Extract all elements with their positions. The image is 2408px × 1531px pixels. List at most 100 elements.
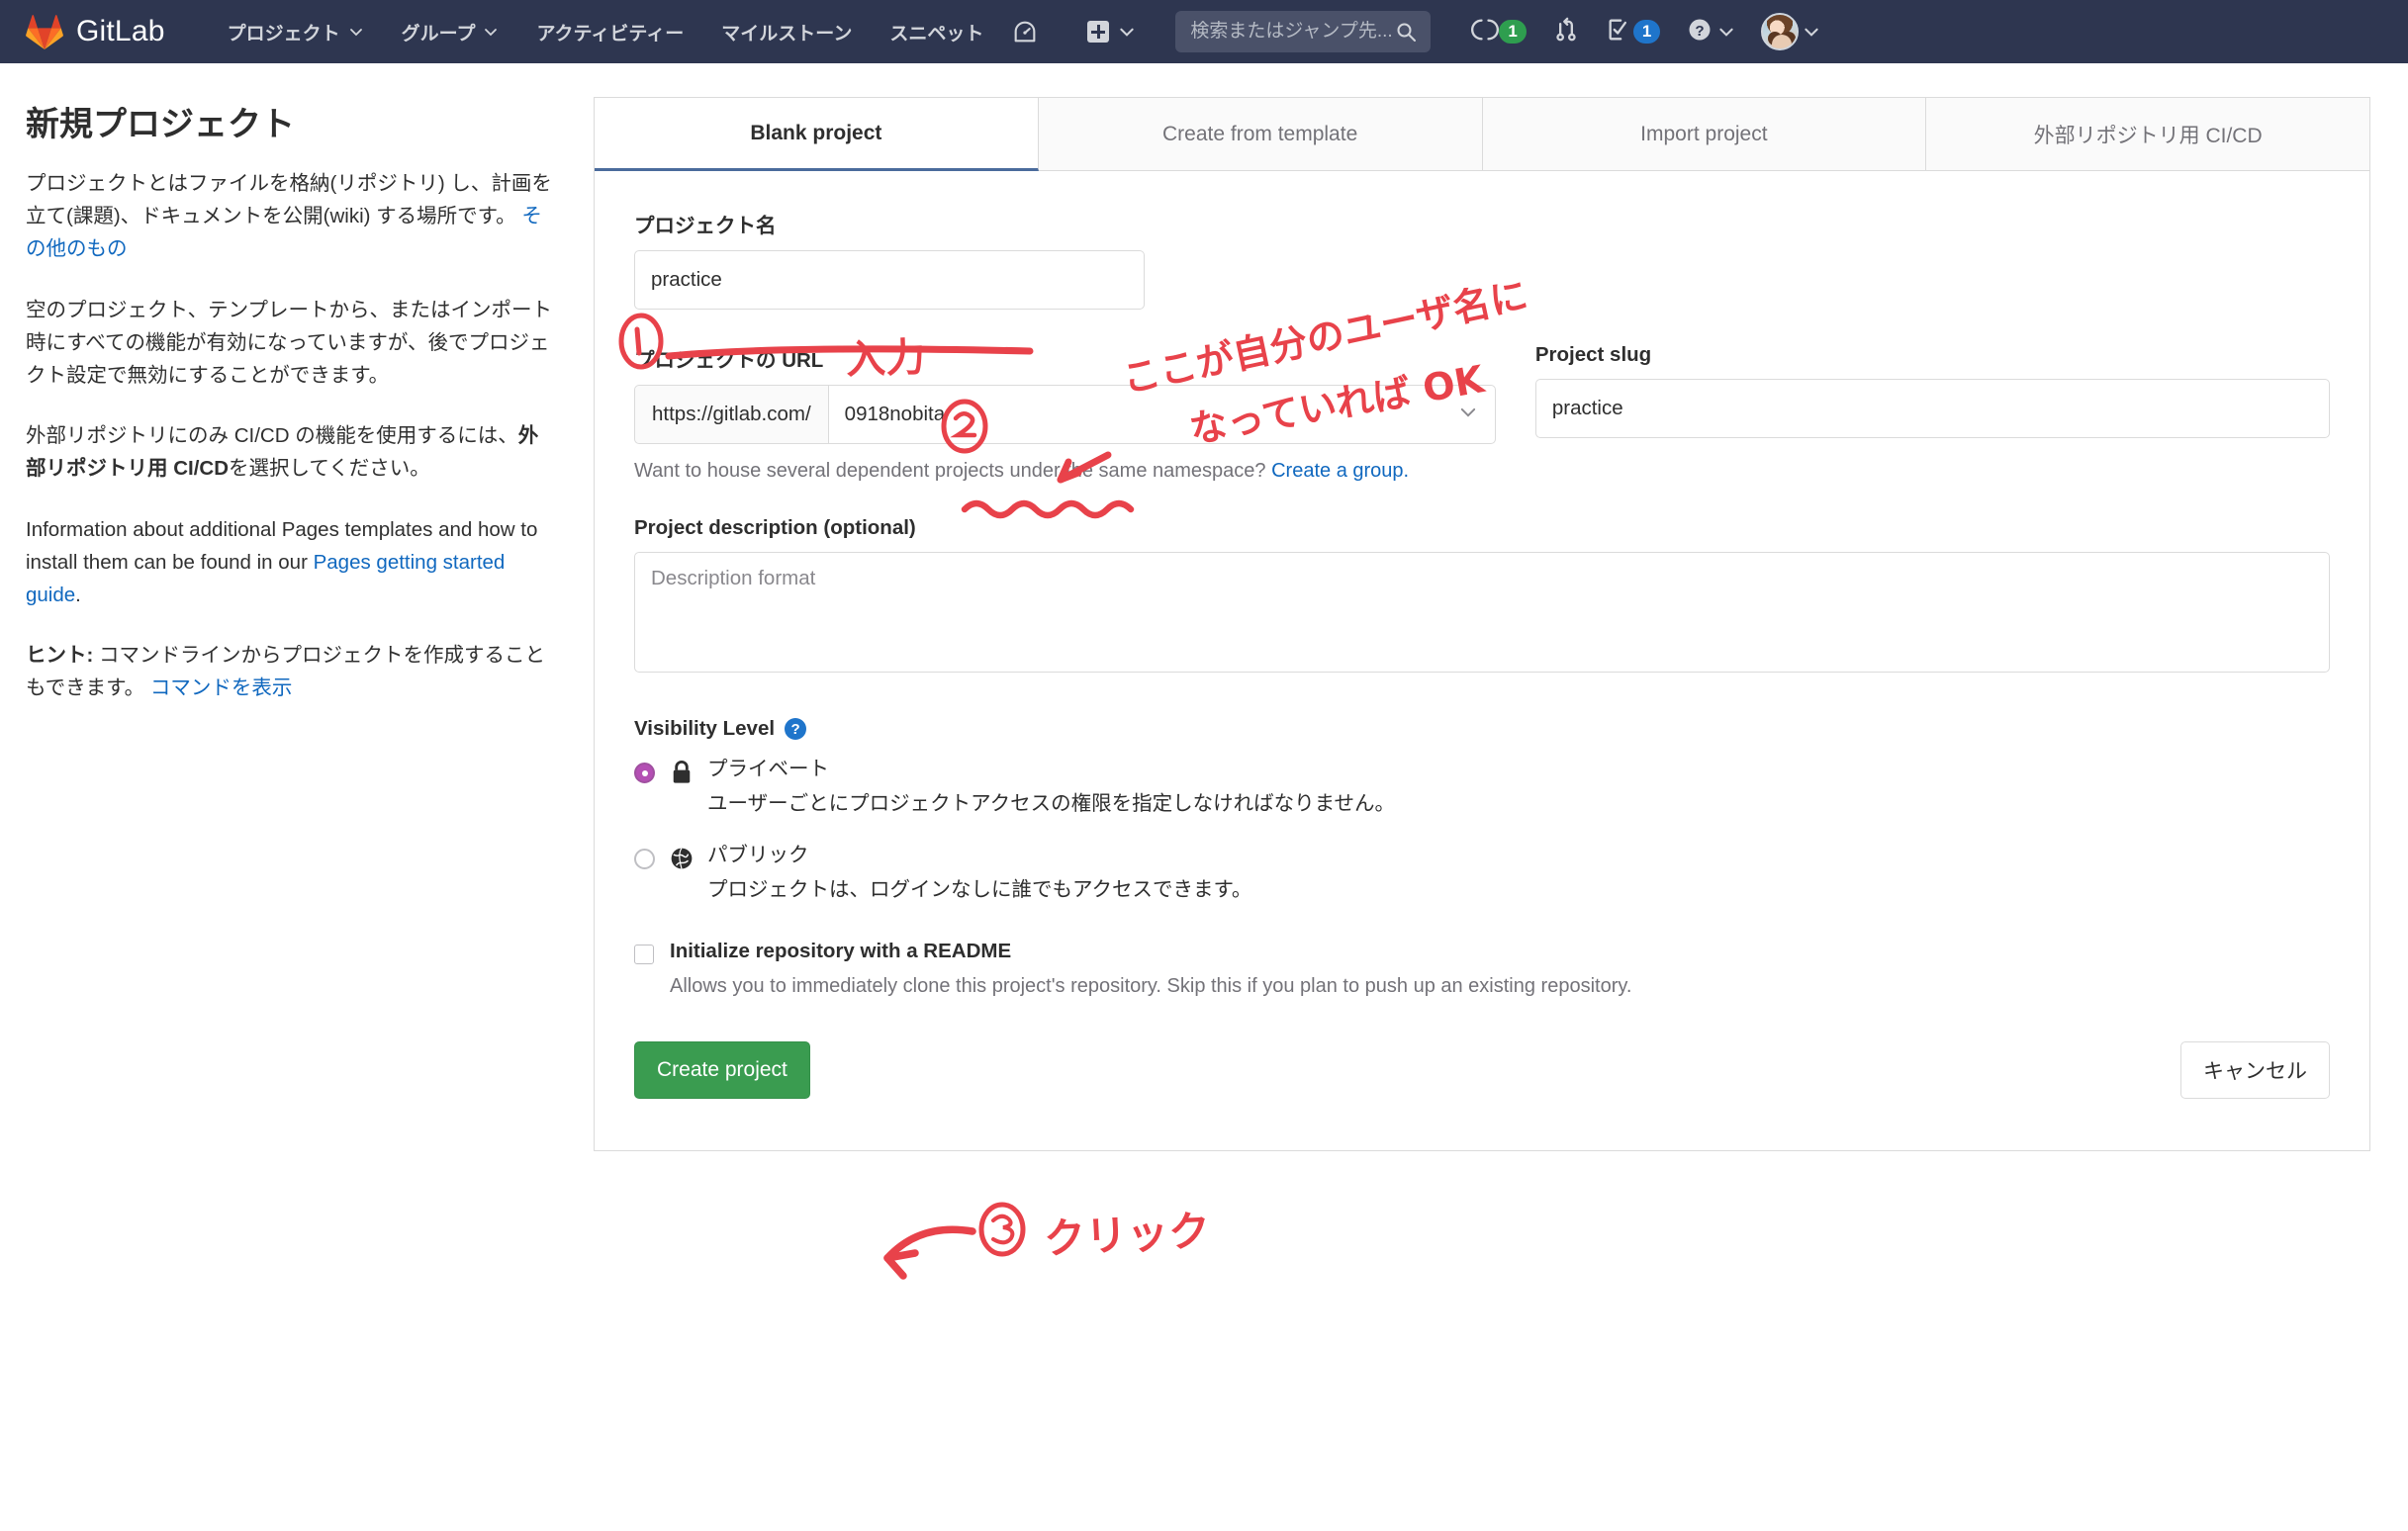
intro-p3-text-b: を選択してください。 (229, 457, 430, 481)
project-description-label: Project description (optional) (634, 516, 916, 539)
tab-create-from-template-label: Create from template (1162, 122, 1358, 145)
tab-blank-project[interactable]: Blank project (595, 98, 1039, 171)
visibility-radio-public[interactable] (634, 849, 655, 870)
brand-name: GitLab (76, 15, 165, 47)
todos-badge: 1 (1632, 19, 1661, 45)
visibility-public-desc: プロジェクトは、ログインなしに誰でもアクセスできます。 (707, 877, 1252, 901)
intro-p1-text: プロジェクトとはファイルを格納(リポジトリ) し、計画を立て(課題)、ドキュメン… (26, 172, 552, 228)
tab-blank-project-label: Blank project (750, 121, 882, 144)
main-content: Blank project Create from template Impor… (594, 97, 2408, 1151)
cancel-button[interactable]: キャンセル (2180, 1040, 2330, 1099)
globe-icon (670, 846, 707, 903)
new-project-card: Blank project Create from template Impor… (594, 97, 2370, 1151)
gitlab-home-link[interactable]: GitLab (26, 14, 165, 49)
issues-button[interactable]: 1 (1460, 0, 1536, 63)
project-slug-label: Project slug (1534, 343, 1652, 366)
intro-paragraph-5: ヒント: コマンドラインからプロジェクトを作成することもできます。 コマンドを表… (26, 639, 558, 704)
intro-paragraph-4: Information about additional Pages templ… (26, 513, 558, 612)
project-type-tabs: Blank project Create from template Impor… (595, 98, 2369, 171)
intro-paragraph-1: プロジェクトとはファイルを格納(リポジトリ) し、計画を立て(課題)、ドキュメン… (26, 167, 558, 266)
new-project-form: プロジェクト名 プロジェクトの URL https://gitlab.com/ … (595, 171, 2369, 1150)
visibility-private-desc: ユーザーごとにプロジェクトアクセスの権限を指定しなければなりません。 (707, 791, 1395, 815)
intro-p3-text-a: 外部リポジトリにのみ CI/CD の機能を使用するには、 (26, 424, 518, 448)
chevron-down-icon (1717, 23, 1735, 41)
namespace-helper-text: Want to house several dependent projects… (634, 460, 2330, 483)
issues-icon (1471, 16, 1500, 48)
nav-link-activity-label: アクティビティー (536, 23, 685, 45)
navbar-right-actions: 1 1 ? (1460, 0, 1831, 63)
nav-link-groups[interactable]: グループ (383, 0, 518, 63)
visibility-level-label: Visibility Level (634, 717, 776, 740)
tab-ci-cd-external-repo-label: 外部リポジトリ用 CI/CD (2033, 124, 2263, 147)
annotation-text-click: クリック (1042, 1206, 1212, 1264)
user-menu-button[interactable] (1750, 0, 1831, 63)
lock-icon (670, 760, 707, 817)
visibility-private-title: プライベート (707, 758, 829, 780)
nav-link-projects[interactable]: プロジェクト (209, 0, 383, 63)
gitlab-tanuki-logo (26, 14, 63, 49)
project-url-row: プロジェクトの URL https://gitlab.com/ 0918nobi… (634, 343, 2330, 444)
intro-p4-text-b: . (75, 584, 81, 607)
question-circle-icon[interactable]: ? (785, 718, 807, 740)
nav-link-groups-label: グループ (401, 23, 476, 45)
show-command-link[interactable]: コマンドを表示 (150, 676, 293, 699)
svg-text:?: ? (1696, 22, 1705, 39)
form-actions: Create project キャンセル (634, 1040, 2330, 1099)
visibility-radio-private[interactable] (634, 763, 655, 783)
nav-link-projects-label: プロジェクト (227, 23, 340, 45)
plus-square-icon (1087, 21, 1110, 43)
chevron-down-icon (1457, 401, 1479, 428)
page-body: 新規プロジェクト プロジェクトとはファイルを格納(リポジトリ) し、計画を立て(… (0, 63, 2408, 1151)
nav-link-activity[interactable]: アクティビティー (517, 0, 702, 63)
initialize-readme-group[interactable]: Initialize repository with a README Allo… (634, 940, 2330, 998)
initialize-readme-checkbox[interactable] (634, 944, 654, 964)
namespace-helper-label: Want to house several dependent projects… (634, 460, 1272, 482)
project-name-input[interactable] (634, 250, 1145, 310)
visibility-option-private[interactable]: プライベート ユーザーごとにプロジェクトアクセスの権限を指定しなければなりません… (634, 757, 2330, 817)
merge-requests-button[interactable] (1541, 0, 1591, 63)
merge-requests-icon (1552, 16, 1580, 48)
project-slug-group: Project slug (1534, 343, 2330, 438)
url-prefix: https://gitlab.com/ (634, 385, 828, 444)
namespace-select-value: 0918nobita (844, 403, 946, 425)
project-slug-input[interactable] (1534, 379, 2330, 438)
visibility-level-heading: Visibility Level ? (634, 717, 2330, 741)
create-project-button[interactable]: Create project (634, 1040, 810, 1099)
chevron-down-icon (1803, 23, 1820, 41)
annotation-marker-3 (978, 1202, 1026, 1257)
search-icon[interactable] (1394, 20, 1418, 44)
tab-import-project-label: Import project (1640, 122, 1768, 145)
annotation-arrow-to-create-button (883, 1225, 976, 1280)
project-name-label: プロジェクト名 (634, 215, 777, 237)
nav-link-snippets-label: スニペット (889, 23, 984, 45)
todos-icon (1606, 16, 1633, 48)
intro-sidebar: 新規プロジェクト プロジェクトとはファイルを格納(リポジトリ) し、計画を立て(… (0, 97, 594, 1151)
intro-paragraph-3: 外部リポジトリにのみ CI/CD の機能を使用するには、外部リポジトリ用 CI/… (26, 419, 558, 485)
help-button[interactable]: ? (1675, 0, 1746, 63)
chevron-down-icon (483, 24, 499, 40)
user-avatar (1761, 13, 1800, 50)
initialize-readme-label: Initialize repository with a README (670, 939, 1012, 962)
primary-nav: プロジェクト グループ アクティビティー マイルストーン スニペット (209, 0, 1049, 63)
visibility-option-public[interactable]: パブリック プロジェクトは、ログインなしに誰でもアクセスできます。 (634, 843, 2330, 903)
project-url-label: プロジェクトの URL (634, 349, 824, 372)
intro-paragraph-2: 空のプロジェクト、テンプレートから、またはインポート時にすべての機能が有効になっ… (26, 298, 552, 388)
create-a-group-link[interactable]: Create a group. (1271, 460, 1409, 482)
search-input[interactable] (1188, 20, 1395, 44)
tab-ci-cd-external-repo[interactable]: 外部リポジトリ用 CI/CD (1926, 98, 2369, 171)
top-navbar: GitLab プロジェクト グループ アクティビティー マイルストーン スニペッ… (0, 0, 2408, 63)
project-description-textarea[interactable] (634, 552, 2330, 673)
chevron-down-icon (348, 24, 364, 40)
namespace-select[interactable]: 0918nobita (827, 385, 1496, 444)
nav-link-milestones[interactable]: マイルストーン (702, 0, 871, 63)
tab-import-project[interactable]: Import project (1482, 98, 1927, 171)
help-icon: ? (1686, 16, 1713, 48)
nav-link-snippets[interactable]: スニペット (871, 0, 1002, 63)
speedometer-icon[interactable] (1002, 0, 1048, 63)
page-title: 新規プロジェクト (26, 106, 295, 143)
create-new-button[interactable] (1073, 21, 1150, 43)
tab-create-from-template[interactable]: Create from template (1038, 98, 1483, 171)
search-box[interactable] (1175, 11, 1432, 52)
nav-link-milestones-label: マイルストーン (721, 23, 853, 45)
todos-button[interactable]: 1 (1595, 0, 1671, 63)
